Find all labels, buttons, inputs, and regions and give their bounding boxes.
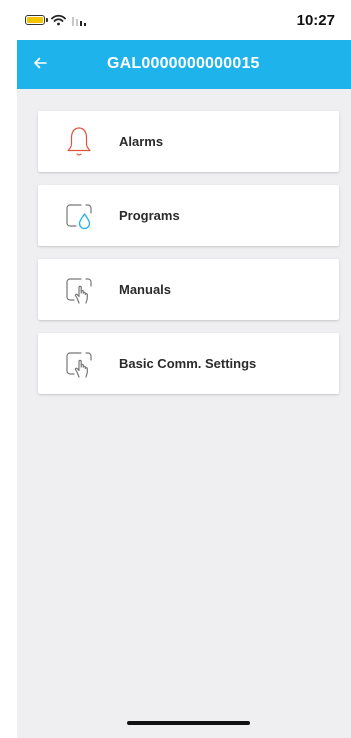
basic-comm-settings-menu-item[interactable]: Basic Comm. Settings [38,333,339,394]
home-indicator[interactable] [127,721,250,725]
hand-pointer-icon [62,273,96,307]
arrow-left-icon [33,56,47,74]
status-icons [25,13,88,27]
hand-pointer-icon [62,347,96,381]
water-drop-icon [62,199,96,233]
menu-item-label: Alarms [119,134,164,149]
app-header: GAL0000000000015 [17,40,351,89]
manuals-menu-item[interactable]: Manuals [38,259,339,320]
menu-list: Alarms Programs Manuals Basic Comm. Sett… [38,111,339,407]
signal-icon [72,15,88,26]
battery-icon [25,15,48,25]
alarms-menu-item[interactable]: Alarms [38,111,339,172]
back-button[interactable] [27,52,53,78]
page-title: GAL0000000000015 [107,55,260,72]
wifi-icon [51,14,66,26]
status-time: 10:27 [296,12,335,29]
status-bar: 10:27 [17,0,351,40]
menu-item-label: Manuals [119,282,172,297]
programs-menu-item[interactable]: Programs [38,185,339,246]
bell-icon [62,125,96,159]
battery-level [27,17,43,23]
menu-item-label: Programs [119,208,180,223]
menu-item-label: Basic Comm. Settings [119,356,257,371]
app-screen: 10:27 GAL0000000000015 Alarms Programs M… [17,0,351,738]
phone-frame: 10:27 GAL0000000000015 Alarms Programs M… [0,0,351,738]
